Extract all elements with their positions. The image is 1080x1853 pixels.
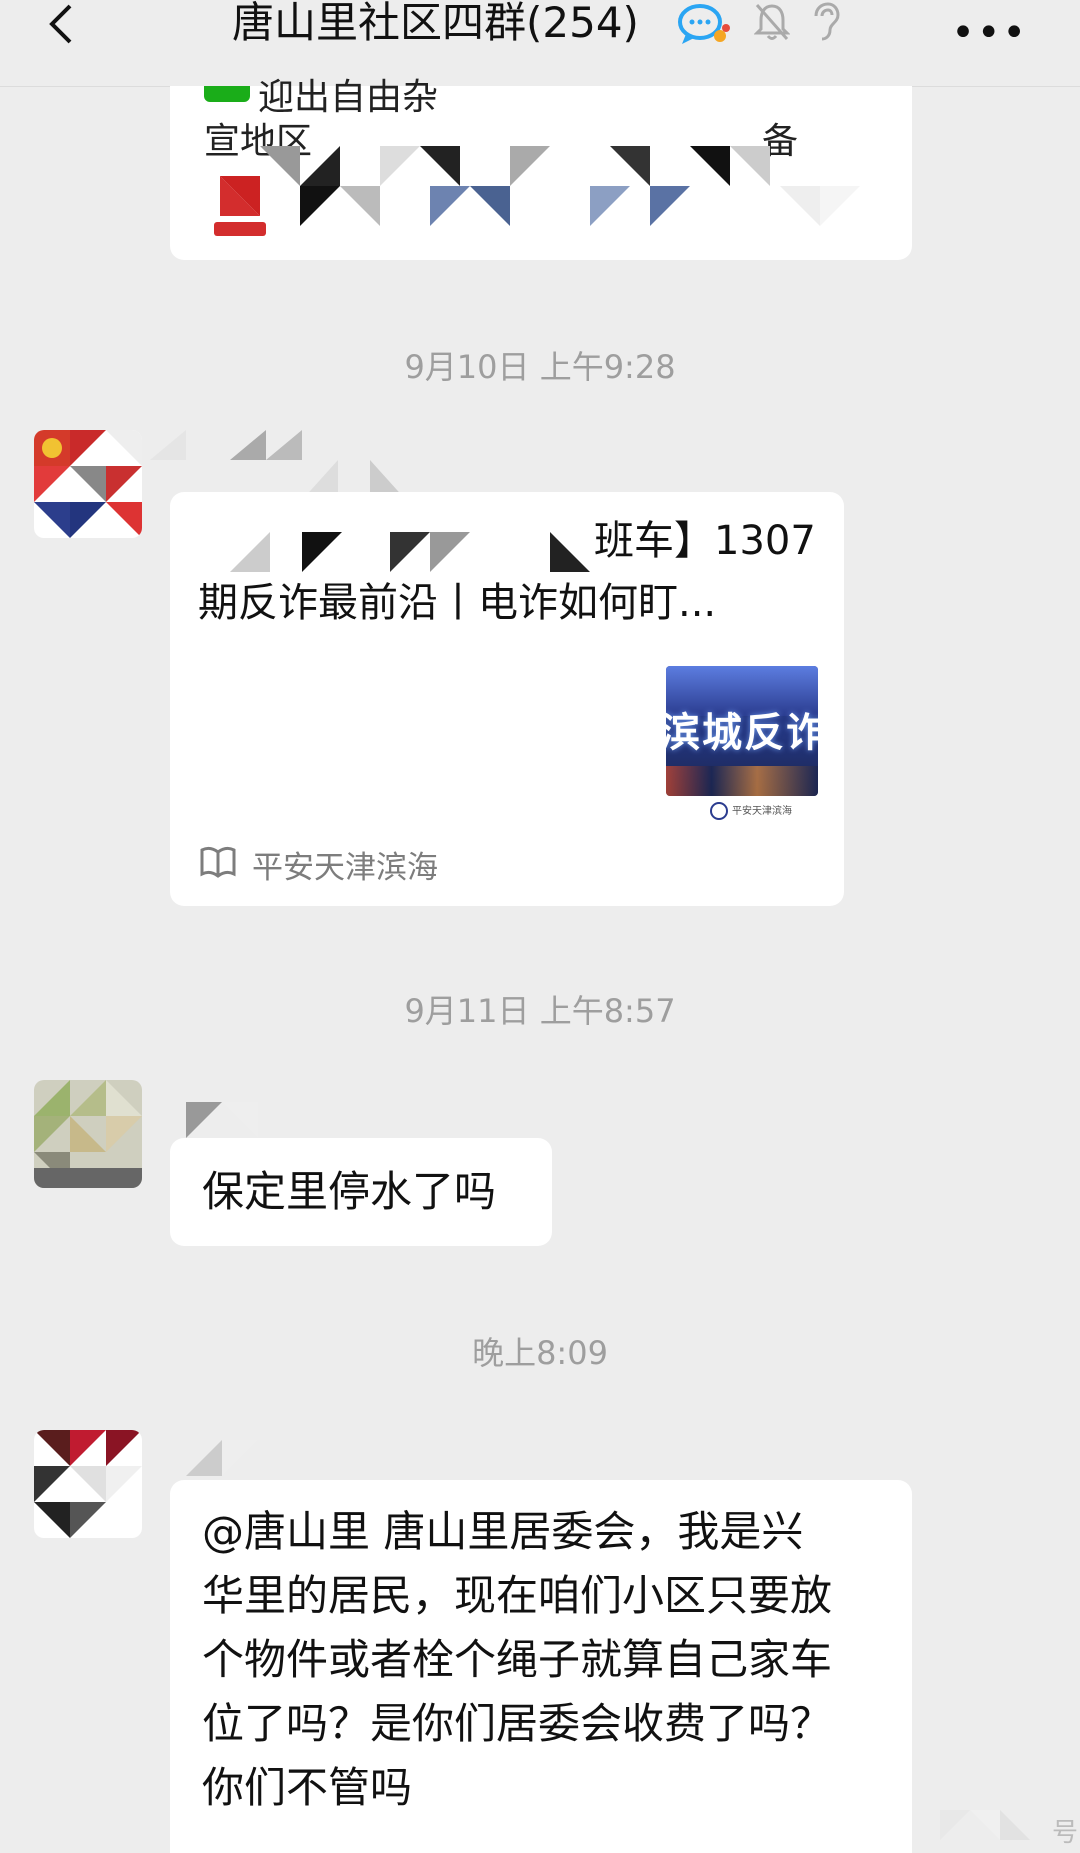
group-chat-icon[interactable] bbox=[676, 2, 732, 48]
article-thumbnail: 滨城反诈 bbox=[666, 666, 818, 796]
thumbnail-footer: 平安天津滨海 bbox=[666, 796, 818, 824]
timestamp: 9月10日 上午9:28 bbox=[404, 348, 676, 386]
ear-icon[interactable] bbox=[810, 2, 840, 42]
text-message-bubble[interactable]: @唐山里 唐山里居委会，我是兴 华里的居民，现在咱们小区只要放 个物件或者栓个绳… bbox=[170, 1480, 912, 1853]
book-icon bbox=[200, 846, 236, 878]
message-line: 位了吗？是你们居委会收费了吗？ bbox=[202, 1699, 833, 1748]
message-text: 保定里停水了吗 bbox=[202, 1167, 497, 1216]
avatar-mosaic bbox=[34, 430, 142, 538]
title-fragment: 班车 bbox=[594, 518, 674, 564]
timestamp: 晚上8:09 bbox=[472, 1334, 608, 1372]
avatar[interactable] bbox=[34, 1430, 142, 1538]
watermark-mosaic bbox=[940, 1810, 1030, 1840]
avatar[interactable] bbox=[34, 1080, 142, 1188]
watermark-text: 号 bbox=[1052, 1818, 1079, 1848]
card-title-line1: 班车】1307 bbox=[594, 510, 816, 572]
avatar-mosaic bbox=[34, 1430, 142, 1538]
message-line: @唐山里 唐山里居委会，我是兴 bbox=[202, 1507, 804, 1556]
avatar-mosaic bbox=[34, 1080, 142, 1188]
article-source[interactable]: 平安天津滨海 bbox=[252, 842, 438, 887]
title-line1-text: 】1307 bbox=[674, 518, 816, 564]
message-line: 你们不管吗 bbox=[202, 1763, 413, 1812]
thumbnail-footer-text: 平安天津滨海 bbox=[732, 806, 792, 817]
timestamp: 9月11日 上午8:57 bbox=[404, 992, 676, 1030]
sender-name-mosaic bbox=[186, 1440, 258, 1476]
link-card-bubble[interactable]: 迎出自由杂 宣地区 备 bbox=[170, 77, 912, 260]
thumb-city-lights bbox=[666, 766, 818, 796]
message-line: 个物件或者栓个绳子就算自己家车 bbox=[202, 1635, 833, 1684]
message-text-block: @唐山里 唐山里居委会，我是兴 华里的居民，现在咱们小区只要放 个物件或者栓个绳… bbox=[202, 1500, 832, 1820]
text-message-bubble[interactable]: 保定里停水了吗 bbox=[170, 1138, 552, 1246]
thumbnail-title: 滨城反诈 bbox=[666, 710, 818, 756]
more-options-button[interactable]: ••• bbox=[951, 10, 1028, 56]
card-title-line2: 期反诈最前沿丨电诈如何盯... bbox=[198, 580, 717, 626]
check-icon bbox=[204, 86, 250, 102]
article-card[interactable]: 班车】1307 期反诈最前沿丨电诈如何盯... 滨城反诈 平安天津滨海 平安天津… bbox=[170, 492, 844, 906]
mute-bell-icon[interactable] bbox=[754, 2, 790, 42]
avatar[interactable] bbox=[34, 430, 142, 538]
chat-header: 唐山里社区四群(254) ••• bbox=[0, 0, 1080, 87]
sender-name-mosaic bbox=[186, 1102, 258, 1138]
message-line: 华里的居民，现在咱们小区只要放 bbox=[202, 1571, 833, 1620]
privacy-mosaic bbox=[214, 146, 860, 236]
police-badge-icon bbox=[710, 802, 728, 820]
group-title: 唐山里社区四群(254) bbox=[232, 0, 639, 47]
back-arrow-icon[interactable] bbox=[40, 2, 84, 46]
